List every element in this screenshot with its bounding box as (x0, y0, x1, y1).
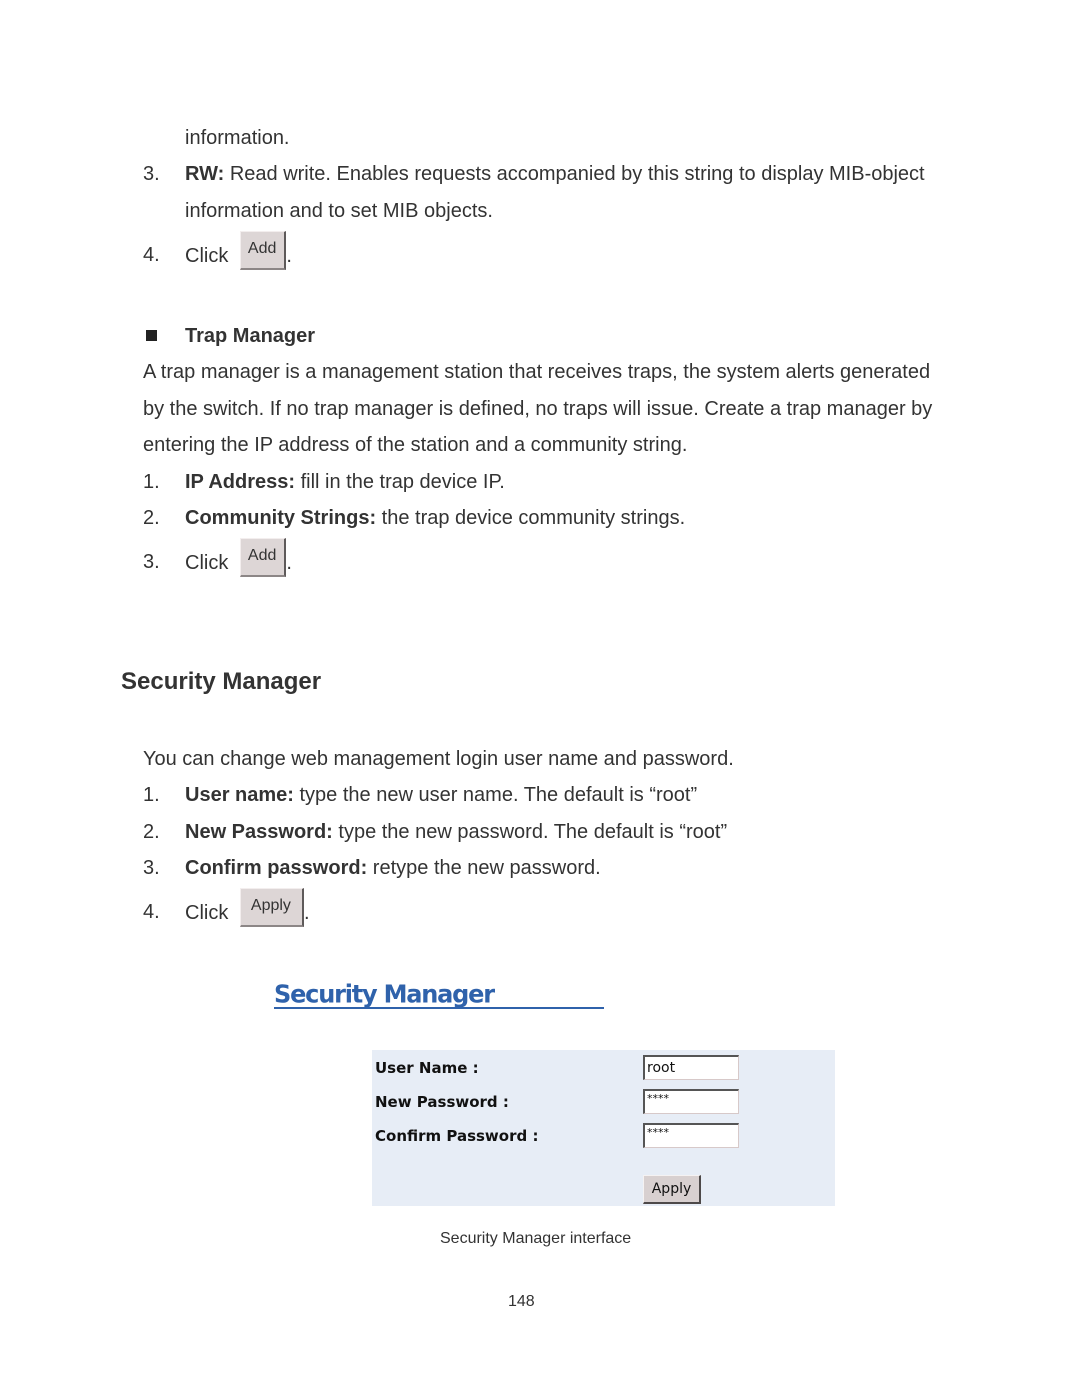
list-item-continuation: information and to set MIB objects. (185, 200, 493, 222)
item-term: User name: (185, 784, 294, 806)
item-term: RW: (185, 163, 225, 185)
list-item-ip-address: IP Address: fill in the trap device IP. (185, 470, 505, 494)
list-item-community-strings: Community Strings: the trap device commu… (185, 506, 685, 530)
item-text: fill in the trap device IP. (295, 471, 505, 493)
list-number: 3. (143, 551, 160, 573)
figure-title-underline (274, 1007, 604, 1009)
click-label: Click (185, 551, 229, 574)
new-password-label: New Password : (375, 1093, 509, 1111)
list-number: 3. (143, 163, 160, 185)
list-item-click-apply: Click Apply. (185, 888, 310, 927)
list-item-new-password: New Password: type the new password. The… (185, 820, 727, 844)
item-term: New Password: (185, 821, 333, 843)
list-item-rw: RW: Read write. Enables requests accompa… (185, 162, 925, 186)
click-label: Click (185, 244, 229, 267)
square-bullet-icon (146, 330, 157, 341)
item-term: IP Address: (185, 471, 296, 493)
list-item-confirm-password: Confirm password: retype the new passwor… (185, 856, 601, 880)
list-number: 3. (143, 857, 160, 879)
trap-paragraph-line: entering the IP address of the station a… (143, 434, 688, 456)
list-item-user-name: User name: type the new user name. The d… (185, 783, 697, 807)
item-term: Confirm password: (185, 857, 368, 879)
trap-manager-heading: Trap Manager (185, 324, 315, 348)
list-number: 4. (143, 901, 160, 923)
user-name-input[interactable]: root (643, 1055, 739, 1080)
click-label: Click (185, 901, 229, 924)
period: . (286, 551, 292, 574)
security-manager-heading: Security Manager (121, 668, 322, 695)
trap-paragraph-line: by the switch. If no trap manager is def… (143, 398, 933, 420)
item-term: Community Strings: (185, 507, 377, 529)
security-intro: You can change web management login user… (143, 748, 734, 770)
heading-text: Trap Manager (185, 325, 316, 347)
item-text: Read write. Enables requests accompanied… (224, 163, 925, 185)
period: . (303, 901, 310, 924)
trap-paragraph-line: A trap manager is a management station t… (143, 361, 931, 383)
page-number: 148 (508, 1293, 535, 1310)
confirm-password-label: Confirm Password : (375, 1127, 539, 1145)
user-name-label: User Name : (375, 1059, 479, 1077)
list-number: 4. (143, 244, 160, 266)
form-apply-button[interactable]: Apply (643, 1175, 701, 1204)
list-item-click-add: Click Add. (185, 231, 292, 270)
add-button[interactable]: Add (239, 231, 287, 270)
apply-button[interactable]: Apply (239, 888, 304, 927)
list-number: 1. (143, 784, 160, 806)
intro-continuation: information. (185, 127, 290, 149)
list-number: 2. (143, 507, 160, 529)
item-text: the trap device community strings. (376, 507, 686, 529)
confirm-password-input[interactable]: **** (643, 1123, 739, 1148)
period: . (286, 244, 292, 267)
list-number: 1. (143, 471, 160, 493)
new-password-input[interactable]: **** (643, 1089, 739, 1114)
list-number: 2. (143, 821, 160, 843)
item-text: type the new password. The default is “r… (332, 821, 728, 843)
item-text: retype the new password. (367, 857, 601, 879)
list-item-click-add: Click Add. (185, 538, 292, 577)
figure-title: Security Manager (274, 979, 495, 1009)
figure-caption: Security Manager interface (440, 1230, 632, 1247)
security-manager-form: User Name : root New Password : **** Con… (372, 1050, 835, 1206)
item-text: type the new user name. The default is “… (293, 784, 698, 806)
add-button[interactable]: Add (239, 538, 287, 577)
